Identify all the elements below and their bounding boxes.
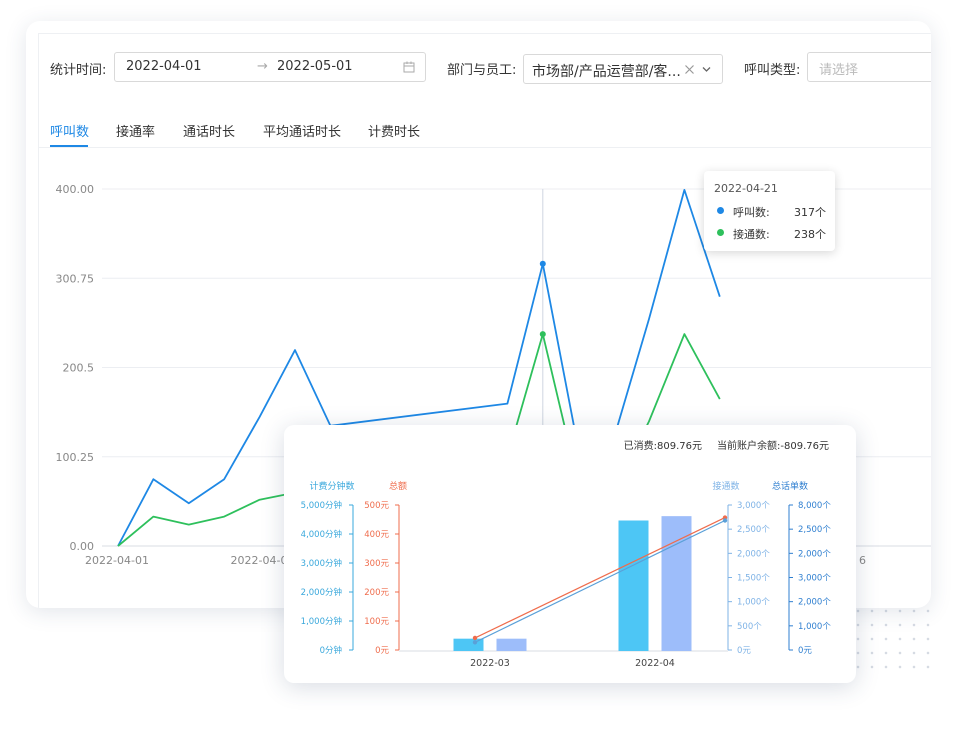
left-axis-tick-label-0: 1,000分钟 [301,616,342,627]
right-axis-tick-label-1: 1,000个 [798,622,831,632]
left-axis-tick-label-0: 3,000分钟 [301,558,342,569]
left-axis-tick-label-1: 300元 [364,559,389,569]
tooltip-date: 2022-04-21 [714,182,778,195]
trend-point-0 [472,635,478,641]
right-axis-tick-label-1: 2,000个 [798,598,831,608]
right-axis-tick-label-1: 3,000个 [798,574,831,584]
tooltip-label-connected: 接通数: [733,228,770,241]
x-tick-label: 2022-04-01 [85,554,149,567]
tooltip-dot-calls [717,207,724,214]
y-tick-label: 300.75 [56,272,95,285]
x-category-label: 2022-04 [635,658,675,669]
left-axis-tick-label-0: 4,000分钟 [301,529,342,540]
bar-0 [618,520,649,651]
consumed-amount: 已消费:809.76元 [624,439,702,452]
right-axis-title-0: 接通数 [712,480,739,492]
x-category-label: 2022-03 [470,658,510,669]
billing-card: 已消费:809.76元 当前账户余额:-809.76元计费分钟数 5,000分钟 4,… [284,425,856,683]
left-axis-tick-label-1: 400元 [364,530,389,540]
left-axis-tick-label-1: 0元 [375,646,389,656]
right-axis-tick-label-0: 500个 [737,622,762,632]
trend-point-1 [472,640,478,645]
tooltip-label-calls: 呼叫数: [733,206,770,219]
left-axis-tick-label-1: 100元 [364,617,389,627]
tooltip-value-connected: 238个 [794,228,826,241]
right-axis-tick-label-0: 0元 [737,646,751,656]
x-tick-label: 6 [859,554,866,567]
y-tick-label: 0.00 [70,540,95,553]
right-axis-tick-label-1: 0元 [798,646,812,656]
y-tick-label: 100.25 [56,451,95,464]
billing-combo-chart: 已消费:809.76元 当前账户余额:-809.76元计费分钟数 5,000分钟 4,… [301,439,832,669]
right-axis-tick-label-0: 2,000个 [737,549,770,559]
tooltip-value-calls: 317个 [794,206,826,219]
left-axis-tick-label-0: 0分钟 [320,645,342,656]
right-axis-tick-label-1: 2,500个 [798,525,831,535]
y-tick-label: 200.5 [63,362,95,375]
right-axis-tick-label-0: 3,000个 [737,501,770,511]
right-axis-tick-label-1: 2,000个 [798,549,831,559]
chart-tooltip: 2022-04-21 呼叫数: 317个 接通数: 238个 [704,171,835,251]
right-axis-tick-label-1: 8,000个 [798,501,831,511]
x-tick-label: 2022-04-0 [231,554,288,567]
left-axis-tick-label-0: 2,000分钟 [301,587,342,598]
right-axis-tick-label-0: 1,000个 [737,598,770,608]
account-balance: 当前账户余额:-809.76元 [717,439,829,452]
right-axis-title-1: 总话单数 [772,480,808,492]
right-axis-tick-label-0: 2,500个 [737,525,770,535]
highlight-point-1 [539,331,546,338]
highlight-point-0 [539,260,546,267]
left-axis-tick-label-1: 500元 [364,501,389,511]
tooltip-dot-connected [717,229,724,236]
right-axis-tick-label-0: 1,500个 [737,574,770,584]
left-axis-title-1: 总额 [389,480,407,492]
trend-point-1 [722,518,728,523]
left-axis-title-0: 计费分钟数 [309,480,354,492]
bar-1 [496,638,527,651]
left-axis-tick-label-0: 5,000分钟 [301,500,342,511]
left-axis-tick-label-1: 200元 [364,588,389,598]
y-tick-label: 400.00 [56,183,95,196]
